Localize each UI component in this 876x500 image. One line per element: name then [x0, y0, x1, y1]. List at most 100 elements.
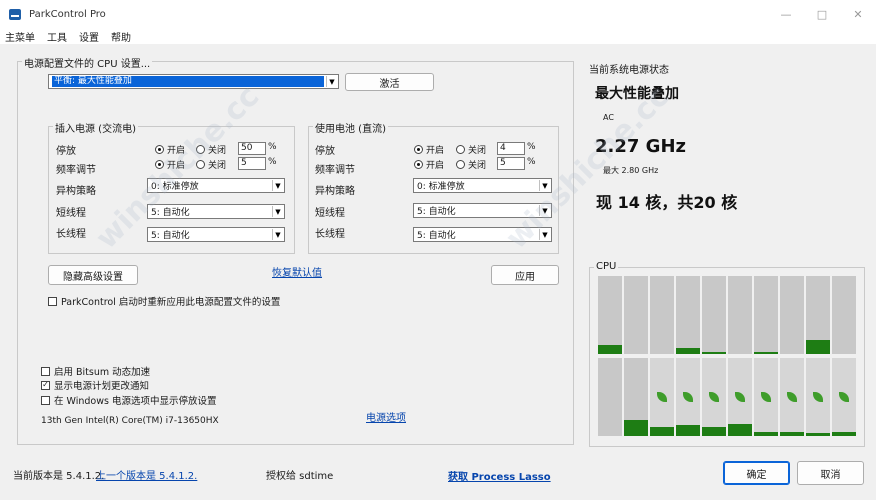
menu-settings[interactable]: 设置: [79, 29, 99, 44]
system-power-status-title: 当前系统电源状态: [589, 65, 669, 76]
restore-defaults-link[interactable]: 恢复默认值: [272, 264, 322, 279]
dc-short-select[interactable]: 5: 自动化 ▼: [413, 203, 552, 218]
checkmark-icon: ✓: [41, 380, 50, 390]
cpu-core-1: [624, 276, 648, 354]
cpu-core-14: [702, 358, 726, 436]
leaf-icon: [683, 392, 693, 402]
cpu-core-load: [676, 425, 700, 436]
power-source: AC: [603, 113, 614, 122]
chevron-down-icon: ▼: [539, 205, 550, 216]
ac-park-value-input[interactable]: 50: [238, 142, 266, 155]
apply-button[interactable]: 应用: [491, 265, 559, 285]
cpu-core-load: [754, 351, 778, 354]
cpu-core-load: [806, 432, 830, 436]
reapply-on-start-checkbox[interactable]: ParkControl 启动时重新应用此电源配置文件的设置: [48, 294, 280, 308]
ac-freq-off-radio[interactable]: 关闭: [196, 158, 226, 171]
cpu-core-4: [702, 276, 726, 354]
cpu-core-11: [624, 358, 648, 436]
current-version: 当前版本是 5.4.1.2.: [13, 471, 105, 482]
minimize-button[interactable]: —: [768, 0, 804, 28]
cpu-core-3: [676, 276, 700, 354]
cpu-core-load: [702, 426, 726, 436]
show-parking-setting-checkbox[interactable]: 在 Windows 电源选项中显示停放设置: [41, 393, 216, 407]
cancel-button[interactable]: 取消: [797, 461, 864, 485]
chevron-down-icon: ▼: [272, 206, 283, 217]
dc-park-on-radio[interactable]: 开启: [414, 143, 444, 156]
ac-park-on-radio[interactable]: 开启: [155, 143, 185, 156]
cpu-core-load: [806, 339, 830, 354]
menu-tools[interactable]: 工具: [47, 29, 67, 44]
ac-short-select[interactable]: 5: 自动化 ▼: [147, 204, 285, 219]
dc-long-label: 长线程: [315, 229, 345, 240]
ac-freq-value-input[interactable]: 5: [238, 157, 266, 170]
activate-button[interactable]: 激活: [345, 73, 434, 91]
ac-hetero-label: 异构策略: [56, 186, 96, 197]
core-count: 现 14 核，共20 核: [596, 193, 738, 212]
dc-freq-unit: %: [527, 157, 536, 167]
cpu-core-9: [832, 276, 856, 354]
dc-short-label: 短线程: [315, 208, 345, 219]
dc-freq-label: 频率调节: [315, 165, 355, 176]
power-profile-select[interactable]: 平衡: 最大性能叠加 ▼: [48, 74, 339, 89]
get-process-lasso-link[interactable]: 获取 Process Lasso: [448, 468, 551, 483]
dc-freq-value-input[interactable]: 5: [497, 157, 525, 170]
ok-button[interactable]: 确定: [723, 461, 790, 485]
menu-help[interactable]: 帮助: [111, 29, 131, 44]
cpu-core-18: [806, 358, 830, 436]
cpu-core-5: [728, 276, 752, 354]
bitsum-boost-checkbox[interactable]: 启用 Bitsum 动态加速: [41, 364, 150, 378]
dc-freq-on-radio[interactable]: 开启: [414, 158, 444, 171]
cpu-core-6: [754, 276, 778, 354]
ac-park-label: 停放: [56, 146, 76, 157]
cpu-core-load: [832, 432, 856, 436]
chevron-down-icon: ▼: [326, 76, 337, 87]
dc-long-select[interactable]: 5: 自动化 ▼: [413, 227, 552, 242]
power-options-link[interactable]: 电源选项: [366, 409, 406, 424]
ac-freq-unit: %: [268, 157, 277, 167]
dc-park-off-radio[interactable]: 关闭: [456, 143, 486, 156]
ac-park-off-radio[interactable]: 关闭: [196, 143, 226, 156]
cpu-core-15: [728, 358, 752, 436]
ac-freq-on-radio[interactable]: 开启: [155, 158, 185, 171]
ac-long-select[interactable]: 5: 自动化 ▼: [147, 227, 285, 242]
cpu-core-2: [650, 276, 674, 354]
dc-freq-off-radio[interactable]: 关闭: [456, 158, 486, 171]
cpu-core-grid: [598, 276, 857, 438]
window-title: ParkControl Pro: [29, 8, 106, 20]
maximize-button[interactable]: □: [804, 0, 840, 28]
close-button[interactable]: ✕: [840, 0, 876, 28]
menu-main[interactable]: 主菜单: [5, 29, 35, 44]
radio-off-icon: [456, 145, 465, 154]
dc-hetero-select[interactable]: 0: 标准停放 ▼: [413, 178, 552, 193]
dc-power-group-title: 使用电池 (直流): [313, 120, 388, 135]
ac-short-label: 短线程: [56, 208, 86, 219]
cpu-core-load: [650, 426, 674, 436]
cpu-core-16: [754, 358, 778, 436]
hide-advanced-button[interactable]: 隐藏高级设置: [48, 265, 138, 285]
leaf-icon: [657, 392, 667, 402]
chevron-down-icon: ▼: [272, 229, 283, 240]
notify-plan-change-checkbox[interactable]: ✓ 显示电源计划更改通知: [41, 378, 149, 392]
cpu-max-frequency: 最大 2.80 GHz: [603, 166, 659, 175]
licensed-to: 授权给 sdtime: [266, 471, 334, 482]
cpu-core-load: [702, 351, 726, 354]
ac-long-label: 长线程: [56, 229, 86, 240]
cpu-core-load: [598, 344, 622, 354]
dc-park-value-input[interactable]: 4: [497, 142, 525, 155]
previous-version-link[interactable]: 上一个版本是 5.4.1.2.: [96, 467, 197, 482]
radio-on-icon: [155, 160, 164, 169]
radio-on-icon: [155, 145, 164, 154]
leaf-icon: [787, 392, 797, 402]
ac-hetero-select[interactable]: 0: 标准停放 ▼: [147, 178, 285, 193]
current-plan-name: 最大性能叠加: [595, 86, 679, 102]
cpu-core-load: [676, 347, 700, 354]
cpu-core-19: [832, 358, 856, 436]
radio-on-icon: [414, 145, 423, 154]
ac-power-group-title: 插入电源 (交流电): [53, 120, 138, 135]
cpu-core-0: [598, 276, 622, 354]
dc-hetero-label: 异构策略: [315, 186, 355, 197]
cpu-core-load: [728, 424, 752, 436]
cpu-settings-group-title: 电源配置文件的 CPU 设置...: [22, 55, 153, 70]
power-profile-selected: 平衡: 最大性能叠加: [52, 76, 324, 87]
cpu-core-12: [650, 358, 674, 436]
